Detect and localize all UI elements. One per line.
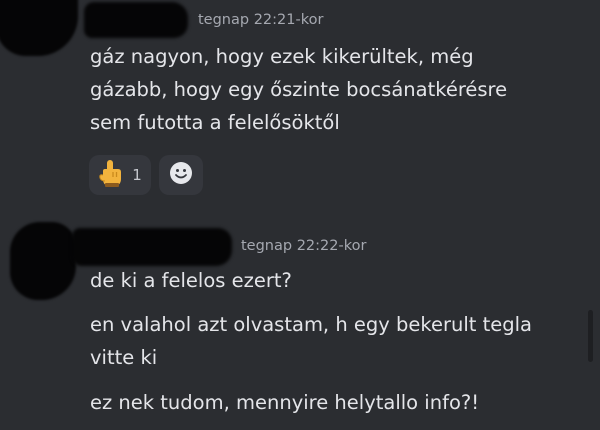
message-paragraph: ez nek tudom, mennyire helytallo info?! <box>90 391 480 414</box>
message-group-2: tegnap 22:22-kor de ki a felelos ezert? … <box>0 0 600 430</box>
message-timestamp: tegnap 22:22-kor <box>241 238 367 254</box>
message-paragraph: de ki a felelos ezert? <box>90 269 292 292</box>
message-paragraph: en valahol azt olvastam, h egy bekerult … <box>90 313 532 369</box>
username-redacted[interactable] <box>72 228 232 266</box>
avatar-redacted <box>10 222 76 300</box>
scrollbar-thumb[interactable] <box>588 310 593 362</box>
